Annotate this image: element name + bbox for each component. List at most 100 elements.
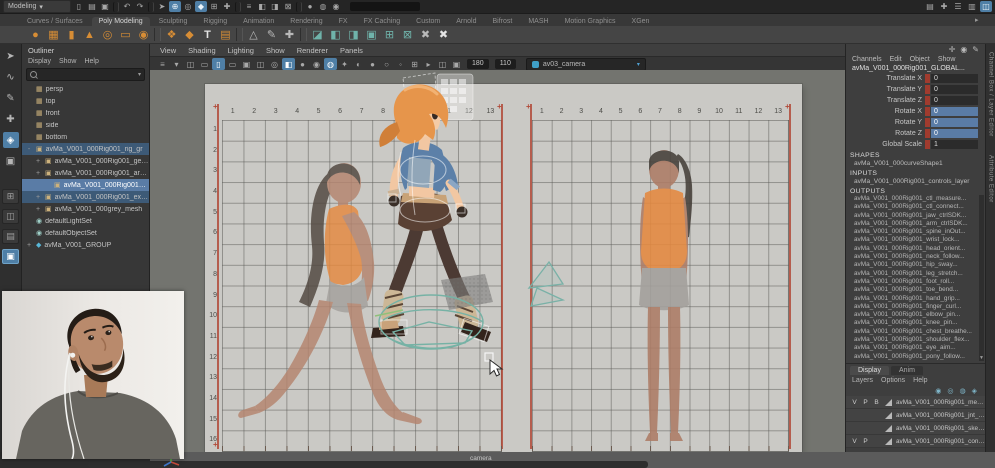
viewport-toolbar-icon[interactable]: ◧	[282, 58, 295, 70]
shape-item[interactable]: avMa_V001_000curveShape1	[846, 159, 985, 168]
layer-color-swatch[interactable]	[885, 412, 892, 419]
shelf-tab[interactable]: XGen	[625, 17, 657, 26]
sidebar-toggle-icon[interactable]: ▥	[966, 1, 978, 12]
new-layer-icon[interactable]: ◍	[960, 387, 966, 395]
status-icon[interactable]: ⊠	[282, 1, 294, 12]
expand-toggle[interactable]: +	[25, 242, 33, 249]
expand-toggle[interactable]: +	[34, 206, 42, 213]
new-layer-icon[interactable]: ◎	[947, 387, 953, 395]
shelf-tab[interactable]: Custom	[409, 17, 447, 26]
shelf-tab[interactable]: MASH	[521, 17, 555, 26]
chevron-down-icon[interactable]: ▾	[138, 71, 141, 78]
tool-icon[interactable]: ✎	[3, 90, 19, 106]
layer-visibility-toggle[interactable]: V	[850, 438, 859, 445]
layer-color-swatch[interactable]	[885, 425, 892, 432]
viewport-toolbar-icon[interactable]: ≡	[156, 58, 169, 70]
outliner-menu-item[interactable]: Show	[59, 58, 77, 65]
viewport-field-1[interactable]: 180	[467, 59, 489, 69]
viewport-toolbar-icon[interactable]: ○	[380, 58, 393, 70]
expand-toggle[interactable]: +	[34, 158, 42, 165]
sidebar-toggle-icon[interactable]: ☰	[952, 1, 964, 12]
shelf-tool-icon[interactable]: ▦	[46, 27, 61, 42]
shelf-tool-icon[interactable]: ◎	[100, 27, 115, 42]
status-icon[interactable]	[296, 2, 302, 12]
shelf-tool-icon[interactable]	[154, 28, 161, 41]
outliner-item[interactable]: + ▣ avMa_V001_000Rig001_extraControls	[22, 191, 149, 203]
shelf-tab[interactable]: FX	[332, 17, 355, 26]
viewport-canvas[interactable]: 12345678910111213 12345678910111213 1234…	[150, 70, 845, 452]
outliner-item[interactable]: ▦ top	[22, 95, 149, 107]
channel-box-menu-item[interactable]: Edit	[890, 56, 902, 63]
viewport-toolbar-icon[interactable]: ●	[296, 58, 309, 70]
workspace-dropdown[interactable]: Modeling ▾	[3, 0, 71, 13]
status-icon[interactable]: ◧	[256, 1, 268, 12]
shelf-tool-icon[interactable]	[300, 28, 307, 41]
shelf-tab[interactable]: Curves / Surfaces	[20, 17, 90, 26]
channel-value-field[interactable]: 0	[931, 85, 978, 94]
channel-row[interactable]: Translate Y 0	[846, 84, 985, 95]
layer-playback-toggle[interactable]: P	[861, 438, 870, 445]
status-icon[interactable]: ✚	[221, 1, 233, 12]
channel-value-field[interactable]: 0	[931, 129, 978, 138]
channel-value-field[interactable]: 0	[931, 74, 978, 83]
status-icon[interactable]	[235, 2, 241, 12]
channel-row[interactable]: Translate Z 0	[846, 95, 985, 106]
new-layer-icon[interactable]: ◈	[972, 387, 977, 395]
outliner-item[interactable]: ◉ defaultObjectSet	[22, 227, 149, 239]
panel-vertical-tab[interactable]: Channel Box / Layer Editor	[988, 52, 994, 137]
status-icon[interactable]: ▤	[86, 1, 98, 12]
viewport-toolbar-icon[interactable]: ◍	[324, 58, 337, 70]
channel-row[interactable]: Translate X 0	[846, 73, 985, 84]
output-item[interactable]: avMa_V001_000Rig001_wrist_lock...	[846, 236, 985, 244]
channel-box-menu-item[interactable]: Channels	[852, 56, 882, 63]
status-icon[interactable]: ⊕	[169, 1, 181, 12]
layout-preset-button[interactable]: ◫	[2, 209, 19, 224]
shelf-tool-icon[interactable]: △	[246, 27, 261, 42]
viewport-toolbar-icon[interactable]: ◐	[352, 58, 365, 70]
output-item[interactable]: avMa_V001_000Rig001_ctl_measure...	[846, 195, 985, 203]
shelf-tool-icon[interactable]	[236, 28, 243, 41]
tool-icon[interactable]: ◈	[3, 132, 19, 148]
shelf-tab[interactable]: Motion Graphics	[558, 17, 623, 26]
channel-value-field[interactable]: 0	[931, 107, 978, 116]
viewport-toolbar-icon[interactable]: ◫	[184, 58, 197, 70]
sidebar-toggle-icon[interactable]: ✚	[938, 1, 950, 12]
layer-editor-menu-item[interactable]: Help	[913, 377, 927, 384]
output-item[interactable]: avMa_V001_000Rig001_foot_roll...	[846, 278, 985, 286]
channel-box-icon[interactable]: ✛	[949, 45, 956, 54]
layer-row[interactable]: avMa_V001_000Rig001_skel_layer	[846, 422, 985, 435]
tool-icon[interactable]: ∿	[3, 69, 19, 85]
viewport-toolbar-icon[interactable]: ▾	[170, 58, 183, 70]
layer-row[interactable]: V P avMa_V001_000Rig001_controls_la	[846, 435, 985, 448]
outputs-scrollbar[interactable]: ▼	[979, 195, 984, 361]
shelf-tab[interactable]: FX Caching	[357, 17, 408, 26]
output-item[interactable]: avMa_V001_000Rig001_hand_grip...	[846, 295, 985, 303]
viewport-toolbar-icon[interactable]: ◉	[310, 58, 323, 70]
status-icon[interactable]: ●	[304, 1, 316, 12]
output-item[interactable]: avMa_V001_000Rig001_neck_follow...	[846, 253, 985, 261]
viewport-toolbar-icon[interactable]: ▣	[450, 58, 463, 70]
layout-preset-button[interactable]: ▣	[2, 249, 19, 264]
layer-editor-menu-item[interactable]: Options	[881, 377, 905, 384]
outliner-item[interactable]: ▦ persp	[22, 83, 149, 95]
shelf-tab[interactable]: Poly Modeling	[92, 17, 150, 26]
shelf-tool-icon[interactable]: ▲	[82, 27, 97, 42]
channel-row[interactable]: Global Scale 1	[846, 139, 985, 150]
camera-selector-dropdown[interactable]: av03_camera ▾	[526, 58, 646, 71]
viewport-field-2[interactable]: 110	[495, 59, 516, 69]
channel-box-menu-item[interactable]: Object	[910, 56, 930, 63]
sidebar-toggle-icon[interactable]: ▤	[924, 1, 936, 12]
viewport-menu-item[interactable]: Shading	[188, 46, 216, 55]
output-item[interactable]: avMa_V001_000Rig001_shoulder_flex...	[846, 336, 985, 344]
shelf-tool-icon[interactable]: ✖	[418, 27, 433, 42]
layer-editor-tab[interactable]: Anim	[891, 366, 923, 375]
channel-box-icon[interactable]: ◉	[960, 45, 967, 54]
tool-icon[interactable]: ▣	[3, 153, 19, 169]
output-item[interactable]: avMa_V001_000Rig001_leg_stretch...	[846, 270, 985, 278]
shelf-overflow-arrow[interactable]: ▸	[975, 16, 979, 24]
output-item[interactable]: avMa_V001_000Rig001_chest_breathe...	[846, 328, 985, 336]
outliner-item[interactable]: + ▣ avMa_V001_000grey_mesh	[22, 203, 149, 215]
outliner-item[interactable]: + ◆ avMa_V001_GROUP	[22, 239, 149, 251]
output-item[interactable]: avMa_V001_000Rig001_knee_pin...	[846, 319, 985, 327]
outliner-item[interactable]: ▦ front	[22, 107, 149, 119]
